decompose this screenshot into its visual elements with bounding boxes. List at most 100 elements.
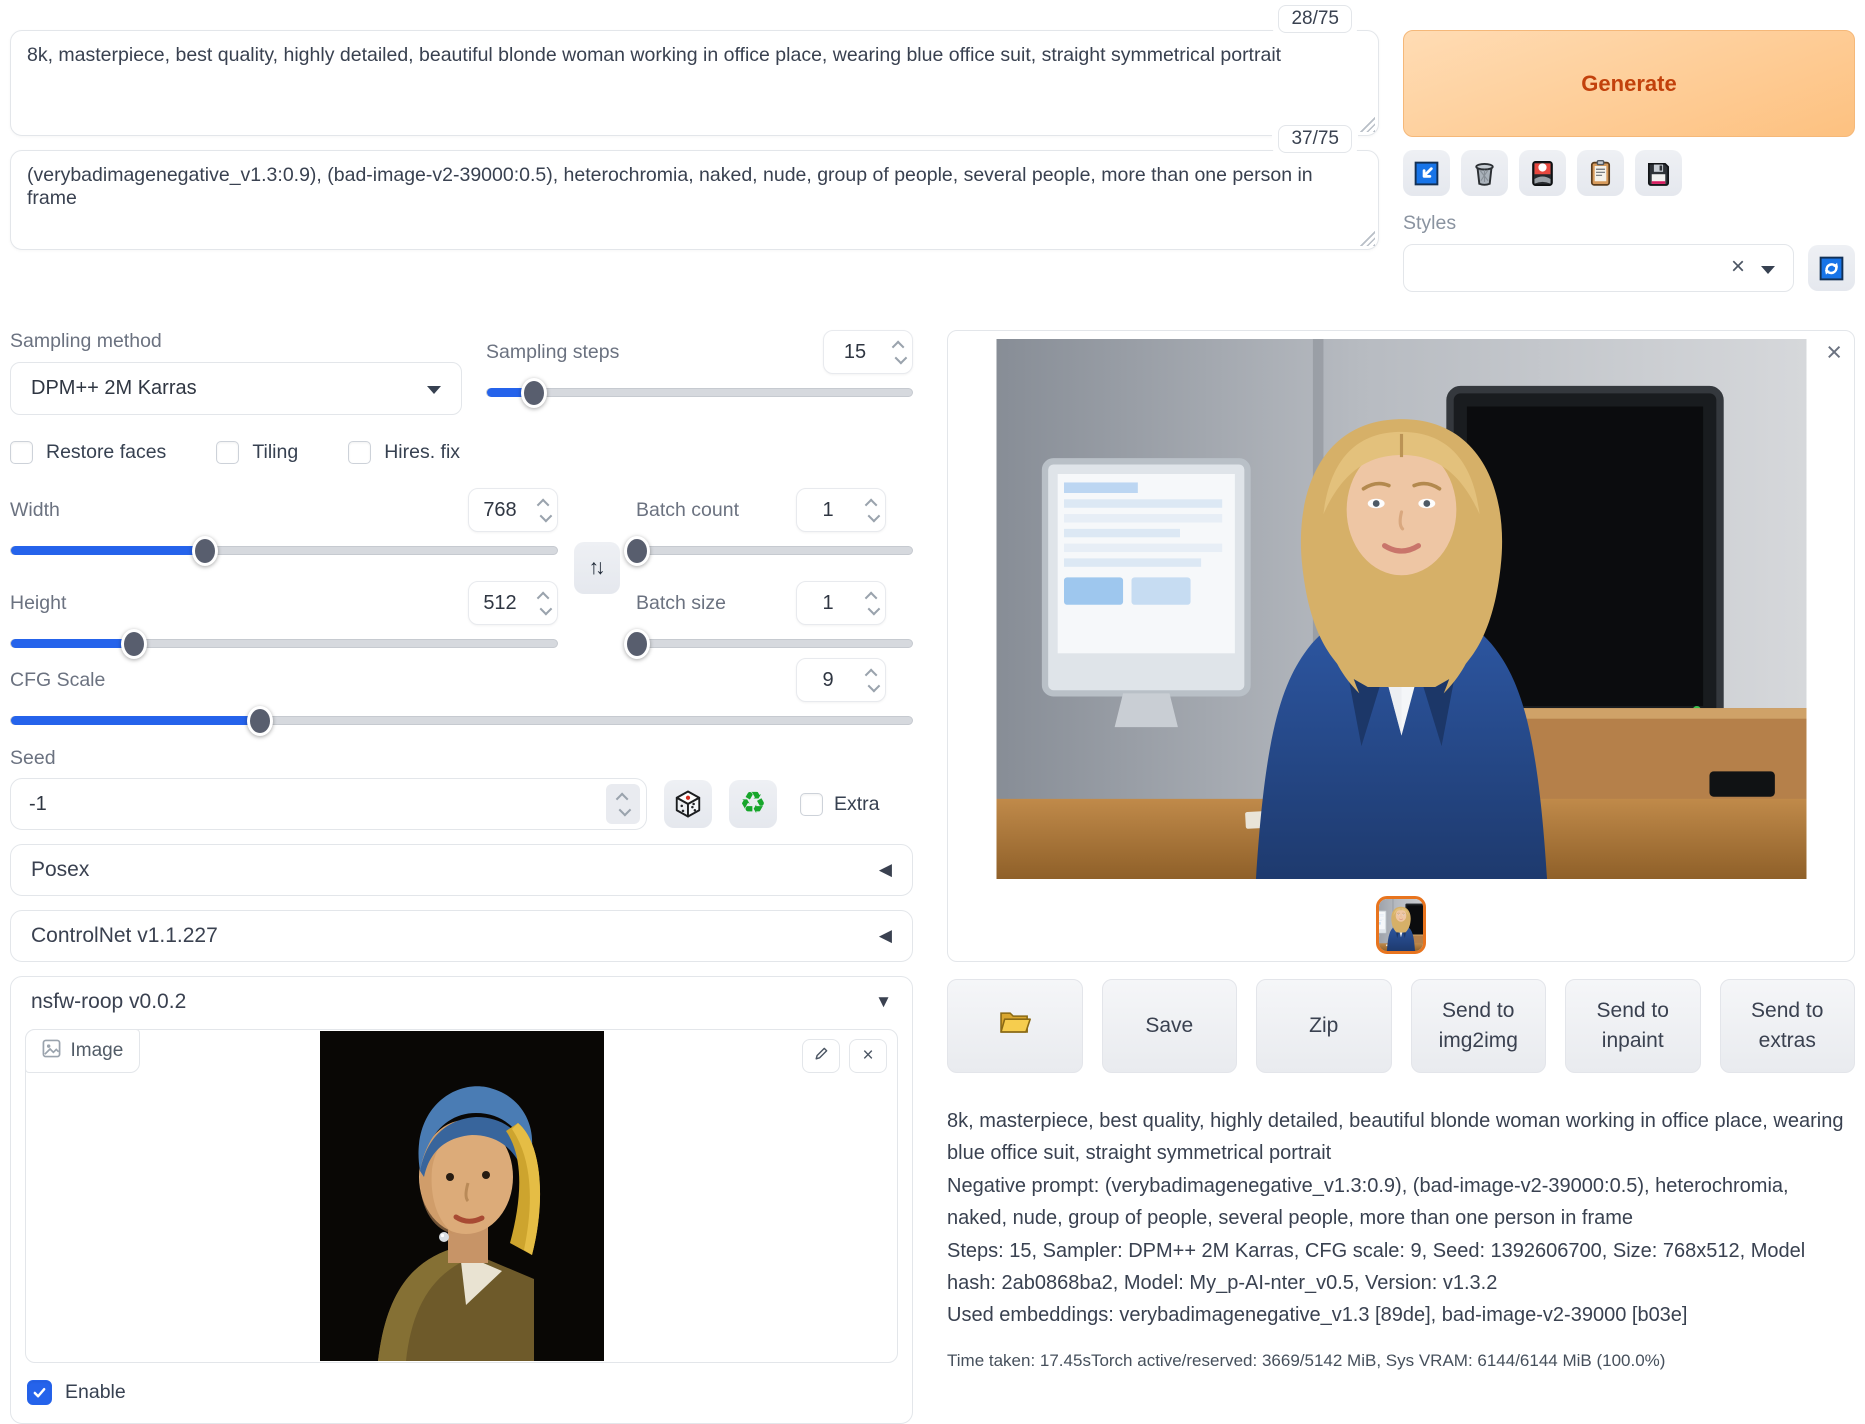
resize-grip-icon[interactable] <box>1359 230 1375 246</box>
width-value: 768 <box>469 499 531 522</box>
generated-image[interactable] <box>996 339 1807 879</box>
restore-faces-checkbox[interactable]: Restore faces <box>10 441 166 464</box>
number-spinner[interactable] <box>886 331 912 373</box>
number-spinner[interactable] <box>606 784 640 824</box>
checkbox-icon <box>800 793 823 816</box>
cfg-scale-label: CFG Scale <box>10 669 105 692</box>
chevron-left-icon: ◀ <box>879 860 892 880</box>
send-to-inpaint-button[interactable]: Send to inpaint <box>1565 979 1701 1073</box>
negative-token-counter: 37/75 <box>1278 125 1352 153</box>
prompt-input[interactable]: 8k, masterpiece, best quality, highly de… <box>11 31 1378 80</box>
batch-count-value: 1 <box>797 499 859 522</box>
sampling-method-dropdown[interactable]: DPM++ 2M Karras <box>10 362 462 415</box>
slider-handle[interactable] <box>624 536 650 566</box>
refresh-styles-button[interactable] <box>1808 245 1855 291</box>
swap-dimensions-button[interactable]: ↑↓ <box>574 542 620 594</box>
image-icon <box>42 1039 61 1063</box>
refresh-icon <box>1817 254 1846 283</box>
save-style-button[interactable] <box>1635 150 1682 196</box>
gallery-actions-row: Save Zip Send to img2img Send to inpaint… <box>947 979 1855 1073</box>
slider-handle[interactable] <box>121 629 147 659</box>
batch-size-slider[interactable] <box>636 639 913 648</box>
hires-fix-checkbox[interactable]: Hires. fix <box>348 441 460 464</box>
open-folder-button[interactable] <box>947 979 1083 1073</box>
paste-prompt-button[interactable] <box>1403 150 1450 196</box>
height-label: Height <box>10 592 66 615</box>
controlnet-title: ControlNet v1.1.227 <box>31 924 218 948</box>
random-seed-button[interactable] <box>664 780 712 828</box>
prompt-token-counter: 28/75 <box>1278 5 1352 33</box>
controlnet-accordion-header[interactable]: ControlNet v1.1.227 ◀ <box>11 911 912 961</box>
extra-seed-checkbox[interactable]: Extra <box>800 793 880 816</box>
batch-size-label: Batch size <box>636 592 726 615</box>
sampling-steps-input[interactable]: 15 <box>823 330 913 374</box>
thumbnail-strip <box>948 896 1854 954</box>
height-input[interactable]: 512 <box>468 581 558 625</box>
quick-tools-row <box>1403 150 1855 196</box>
posex-accordion: Posex ◀ <box>10 844 913 896</box>
prompt-area: 28/75 8k, masterpiece, best quality, hig… <box>10 30 1855 292</box>
generate-button[interactable]: Generate <box>1403 30 1855 137</box>
slider-handle[interactable] <box>521 378 547 408</box>
save-button[interactable]: Save <box>1102 979 1238 1073</box>
number-spinner[interactable] <box>859 489 885 531</box>
face-image-dropzone[interactable]: Image × <box>25 1029 898 1363</box>
sampling-steps-slider[interactable] <box>486 388 913 397</box>
zip-button[interactable]: Zip <box>1256 979 1392 1073</box>
batch-count-label: Batch count <box>636 499 739 522</box>
slider-handle[interactable] <box>624 629 650 659</box>
height-slider[interactable] <box>10 639 558 648</box>
seed-value: -1 <box>29 793 606 816</box>
negative-prompt-input[interactable]: (verybadimagenegative_v1.3:0.9), (bad-im… <box>11 151 1378 223</box>
apply-style-button[interactable] <box>1577 150 1624 196</box>
posex-accordion-header[interactable]: Posex ◀ <box>11 845 912 895</box>
number-spinner[interactable] <box>531 489 557 531</box>
batch-count-slider[interactable] <box>636 546 913 555</box>
extra-networks-button[interactable] <box>1519 150 1566 196</box>
batch-size-input[interactable]: 1 <box>796 581 886 625</box>
tiling-label: Tiling <box>252 441 298 464</box>
cfg-scale-slider[interactable] <box>10 716 913 725</box>
prompt-column: 28/75 8k, masterpiece, best quality, hig… <box>10 30 1379 292</box>
image-tab[interactable]: Image <box>25 1029 141 1073</box>
clear-prompt-button[interactable] <box>1461 150 1508 196</box>
clipboard-icon <box>1586 159 1615 188</box>
posex-title: Posex <box>31 858 89 882</box>
seed-input[interactable]: -1 <box>10 778 647 830</box>
batch-count-input[interactable]: 1 <box>796 488 886 532</box>
checkbox-icon <box>216 441 239 464</box>
roop-accordion-header[interactable]: nsfw-roop v0.0.2 ▼ <box>11 977 912 1027</box>
settings-column: Sampling method DPM++ 2M Karras Sampling… <box>10 330 913 1424</box>
trash-icon <box>1470 159 1499 188</box>
number-spinner[interactable] <box>859 659 885 701</box>
chevron-down-icon: ▼ <box>875 992 892 1012</box>
slider-handle[interactable] <box>247 706 273 736</box>
close-gallery-button[interactable]: × <box>1826 339 1842 366</box>
styles-row: × <box>1403 244 1855 292</box>
edit-image-button[interactable] <box>802 1039 840 1073</box>
card-icon <box>1528 159 1557 188</box>
seed-label: Seed <box>10 747 913 770</box>
roop-enable-checkbox[interactable]: Enable <box>27 1380 898 1405</box>
clear-styles-icon[interactable]: × <box>1731 253 1745 281</box>
chevron-down-icon <box>427 386 441 394</box>
sampling-steps-value: 15 <box>824 341 886 364</box>
recycle-icon: ♻ <box>740 789 767 819</box>
clear-image-button[interactable]: × <box>849 1039 887 1073</box>
number-spinner[interactable] <box>531 582 557 624</box>
dice-icon <box>673 789 703 819</box>
resize-grip-icon[interactable] <box>1359 116 1375 132</box>
number-spinner[interactable] <box>859 582 885 624</box>
width-slider[interactable] <box>10 546 558 555</box>
checkbox-icon <box>348 441 371 464</box>
slider-handle[interactable] <box>192 536 218 566</box>
reuse-seed-button[interactable]: ♻ <box>729 780 777 828</box>
send-to-img2img-button[interactable]: Send to img2img <box>1411 979 1547 1073</box>
send-to-extras-button[interactable]: Send to extras <box>1720 979 1856 1073</box>
controlnet-accordion: ControlNet v1.1.227 ◀ <box>10 910 913 962</box>
width-input[interactable]: 768 <box>468 488 558 532</box>
styles-dropdown[interactable]: × <box>1403 244 1794 292</box>
thumbnail-selected[interactable] <box>1376 896 1426 954</box>
cfg-scale-input[interactable]: 9 <box>796 658 886 702</box>
tiling-checkbox[interactable]: Tiling <box>216 441 298 464</box>
